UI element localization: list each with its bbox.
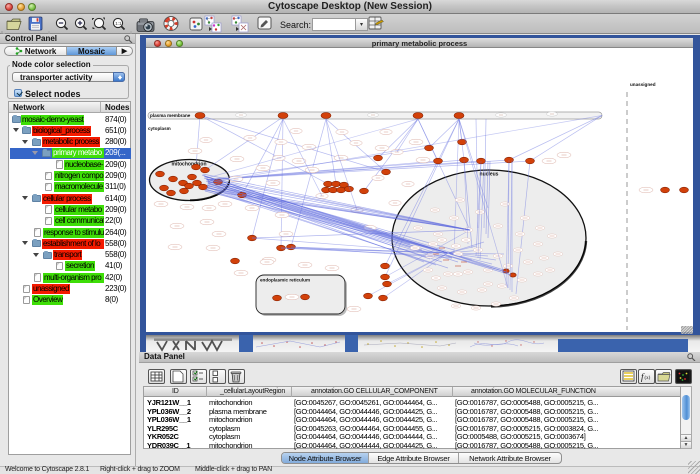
svg-text:cytoplasm: cytoplasm (148, 126, 171, 131)
svg-text:endoplasmic reticulum: endoplasmic reticulum (260, 278, 310, 283)
svg-text:mitochondrion: mitochondrion (172, 162, 207, 168)
svg-text:plasma membrane: plasma membrane (150, 113, 191, 118)
svg-text:unassigned: unassigned (630, 82, 656, 87)
svg-text:nucleus: nucleus (480, 172, 499, 178)
svg-text:1:1: 1:1 (115, 21, 122, 26)
svg-text:(x): (x) (645, 376, 651, 381)
